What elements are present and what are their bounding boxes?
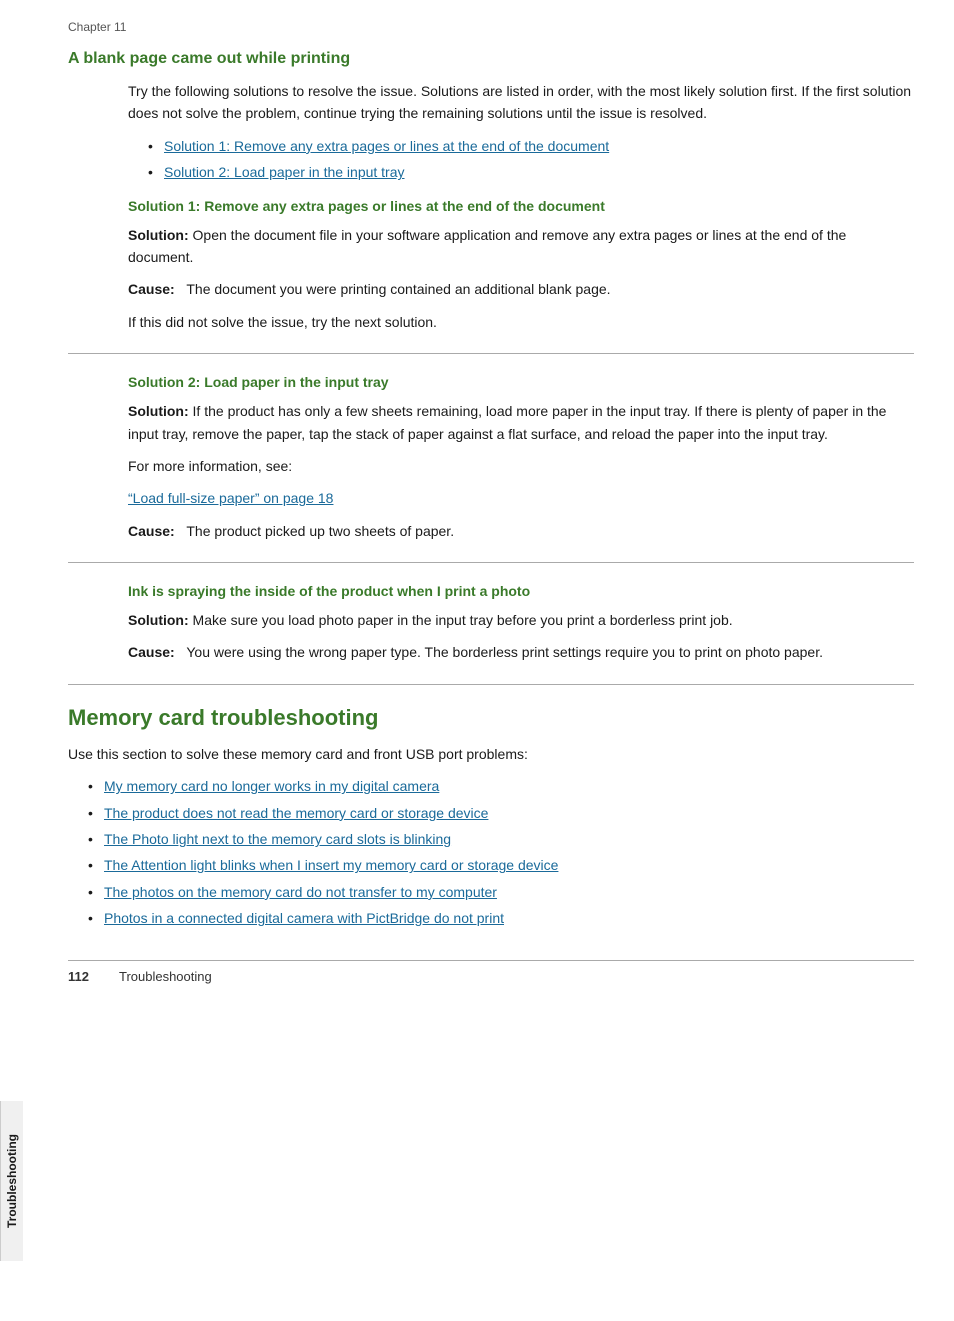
ink-spray-solution-text: Make sure you load photo paper in the in… [193, 612, 733, 628]
footer-section-label: Troubleshooting [119, 969, 212, 984]
divider-1 [68, 353, 914, 354]
list-item[interactable]: The Attention light blinks when I insert… [88, 854, 914, 876]
main-content: Chapter 11 A blank page came out while p… [28, 0, 954, 1321]
solution1-next: If this did not solve the issue, try the… [128, 311, 914, 333]
load-paper-link[interactable]: “Load full-size paper” on page 18 [128, 490, 333, 506]
solution1-block: Solution 1: Remove any extra pages or li… [128, 198, 914, 334]
memory-card-section: Memory card troubleshooting Use this sec… [68, 705, 914, 930]
ink-spray-block: Ink is spraying the inside of the produc… [128, 583, 914, 664]
list-item[interactable]: The photos on the memory card do not tra… [88, 881, 914, 903]
solution2-text: If the product has only a few sheets rem… [128, 403, 886, 441]
footer: 112 Troubleshooting [68, 960, 914, 984]
mc-link-4[interactable]: The photos on the memory card do not tra… [104, 884, 497, 900]
memory-card-links-list: My memory card no longer works in my dig… [88, 775, 914, 929]
list-item[interactable]: The Photo light next to the memory card … [88, 828, 914, 850]
solution1-text: Open the document file in your software … [128, 227, 846, 265]
solution2-heading: Solution 2: Load paper in the input tray [128, 374, 914, 390]
list-item[interactable]: Photos in a connected digital camera wit… [88, 907, 914, 929]
solution1-link[interactable]: Solution 1: Remove any extra pages or li… [164, 138, 609, 154]
solution2-link[interactable]: Solution 2: Load paper in the input tray [164, 164, 405, 180]
list-item[interactable]: The product does not read the memory car… [88, 802, 914, 824]
list-item[interactable]: Solution 1: Remove any extra pages or li… [148, 135, 914, 157]
mc-link-5[interactable]: Photos in a connected digital camera wit… [104, 910, 504, 926]
blank-page-intro-block: Try the following solutions to resolve t… [128, 80, 914, 184]
solution1-heading: Solution 1: Remove any extra pages or li… [128, 198, 914, 214]
solution2-link-para: “Load full-size paper” on page 18 [128, 487, 914, 509]
solution1-cause: Cause: The document you were printing co… [128, 278, 914, 300]
blank-page-section: A blank page came out while printing Try… [68, 50, 914, 184]
ink-spray-heading: Ink is spraying the inside of the produc… [128, 583, 914, 599]
solution2-cause-text: The product picked up two sheets of pape… [186, 523, 454, 539]
memory-card-intro: Use this section to solve these memory c… [68, 743, 914, 765]
solution2-body: Solution: If the product has only a few … [128, 400, 914, 445]
list-item[interactable]: My memory card no longer works in my dig… [88, 775, 914, 797]
solution2-block: Solution 2: Load paper in the input tray… [128, 374, 914, 542]
solution2-cause: Cause: The product picked up two sheets … [128, 520, 914, 542]
mc-link-3[interactable]: The Attention light blinks when I insert… [104, 857, 558, 873]
divider-3 [68, 684, 914, 685]
ink-spray-solution: Solution: Make sure you load photo paper… [128, 609, 914, 631]
solution1-cause-text: The document you were printing contained… [186, 281, 610, 297]
solution2-cause-label: Cause: [128, 523, 175, 539]
ink-spray-solution-label: Solution: [128, 612, 189, 628]
mc-link-0[interactable]: My memory card no longer works in my dig… [104, 778, 439, 794]
divider-2 [68, 562, 914, 563]
solution1-label: Solution: [128, 227, 189, 243]
ink-spray-cause-text: You were using the wrong paper type. The… [186, 644, 823, 660]
list-item[interactable]: Solution 2: Load paper in the input tray [148, 161, 914, 183]
blank-page-links-list: Solution 1: Remove any extra pages or li… [148, 135, 914, 184]
mc-link-1[interactable]: The product does not read the memory car… [104, 805, 488, 821]
blank-page-heading: A blank page came out while printing [68, 50, 914, 68]
side-tab-label: Troubleshooting [0, 1101, 23, 1261]
ink-spray-cause-label: Cause: [128, 644, 175, 660]
chapter-label: Chapter 11 [68, 20, 914, 34]
footer-page-number: 112 [68, 969, 89, 984]
solution2-label: Solution: [128, 403, 189, 419]
memory-card-heading: Memory card troubleshooting [68, 705, 914, 731]
solution1-body: Solution: Open the document file in your… [128, 224, 914, 269]
ink-spray-cause: Cause: You were using the wrong paper ty… [128, 641, 914, 663]
mc-link-2[interactable]: The Photo light next to the memory card … [104, 831, 451, 847]
solution2-more-info: For more information, see: [128, 455, 914, 477]
solution1-cause-label: Cause: [128, 281, 175, 297]
side-tab: Troubleshooting [0, 0, 28, 1321]
blank-page-intro: Try the following solutions to resolve t… [128, 80, 914, 125]
